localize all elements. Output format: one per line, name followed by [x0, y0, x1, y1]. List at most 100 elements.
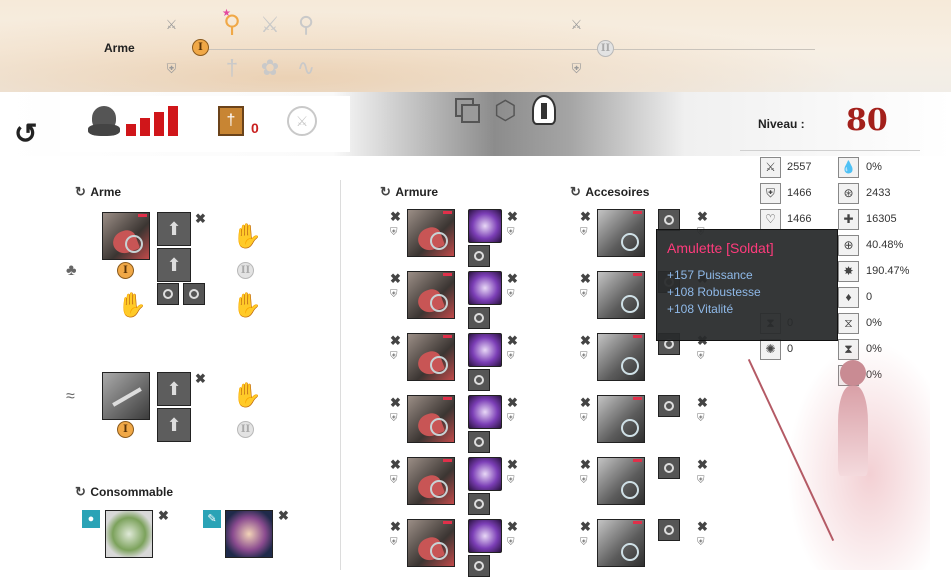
transmute-icon[interactable]: ⛨: [580, 351, 588, 362]
set-1-badge[interactable]: I: [192, 39, 209, 56]
helmet-view-icon[interactable]: [532, 95, 556, 125]
infusion-slot[interactable]: [468, 245, 490, 267]
upgrade-slot[interactable]: ⬆: [157, 408, 191, 442]
rune-slot[interactable]: [468, 395, 502, 429]
close-icon[interactable]: ✖: [580, 395, 591, 411]
hexagon-view-icon[interactable]: ⬡: [494, 97, 517, 123]
transmute-icon[interactable]: ⛨: [507, 351, 515, 362]
upgrade-slot[interactable]: ⬆: [157, 248, 191, 282]
infusion-slot[interactable]: [183, 283, 205, 305]
transmute-icon[interactable]: ⛨: [390, 351, 398, 362]
dagger-icon[interactable]: ⚔: [257, 12, 283, 38]
rune-slot[interactable]: [468, 457, 502, 491]
close-icon[interactable]: ✖: [580, 457, 591, 473]
rune-slot[interactable]: [468, 271, 502, 305]
sigil-icon[interactable]: ⚔: [568, 16, 585, 33]
infusion-slot[interactable]: [658, 519, 680, 541]
transmute-icon[interactable]: ⛨: [507, 475, 515, 486]
weapon-slot-main[interactable]: [102, 212, 150, 260]
rune-slot[interactable]: [468, 333, 502, 367]
close-icon[interactable]: ✖: [580, 333, 591, 349]
armor-slot[interactable]: [407, 333, 455, 381]
close-icon[interactable]: ✖: [390, 457, 401, 473]
horn-icon[interactable]: ∿: [293, 55, 319, 81]
transmute-icon[interactable]: ⛨: [580, 537, 588, 548]
transmute-icon[interactable]: ⛨: [390, 475, 398, 486]
infusion-slot[interactable]: [468, 307, 490, 329]
infusion-slot[interactable]: [658, 395, 680, 417]
empty-hand-icon[interactable]: ✋: [232, 291, 262, 320]
infusion-slot[interactable]: [468, 431, 490, 453]
accessory-slot[interactable]: [597, 457, 645, 505]
food-slot[interactable]: [105, 510, 153, 558]
infusion-slot[interactable]: [658, 209, 680, 231]
transmute-icon[interactable]: ⛨: [507, 413, 515, 424]
close-icon[interactable]: ✖: [507, 333, 518, 349]
transmute-icon[interactable]: ⛨: [507, 227, 515, 238]
armor-slot[interactable]: [407, 457, 455, 505]
transmute-icon[interactable]: ⛨: [697, 475, 705, 486]
sigil-icon[interactable]: ⛨: [163, 60, 180, 77]
transmute-icon[interactable]: ⛨: [390, 289, 398, 300]
infusion-slot[interactable]: [468, 493, 490, 515]
close-icon[interactable]: ✖: [390, 271, 401, 287]
empty-hand-icon[interactable]: ✋: [232, 381, 262, 410]
close-icon[interactable]: ✖: [278, 508, 289, 524]
reset-icon[interactable]: ↻: [570, 184, 581, 199]
infusion-slot[interactable]: [658, 457, 680, 479]
close-icon[interactable]: ✖: [507, 457, 518, 473]
utility-slot[interactable]: [225, 510, 273, 558]
close-icon[interactable]: ✖: [195, 211, 206, 227]
sigil-icon[interactable]: ⚔: [163, 16, 180, 33]
infusion-slot[interactable]: [468, 369, 490, 391]
focus-icon[interactable]: ⚲: [293, 12, 319, 38]
empty-hand-icon[interactable]: ✋: [117, 291, 147, 320]
reset-icon[interactable]: ↻: [380, 184, 391, 199]
transmute-icon[interactable]: ⛨: [697, 351, 705, 362]
accessory-slot[interactable]: [597, 209, 645, 257]
stack-view-icon[interactable]: [455, 98, 480, 123]
transmute-icon[interactable]: ⛨: [580, 413, 588, 424]
close-icon[interactable]: ✖: [195, 371, 206, 387]
close-icon[interactable]: ✖: [507, 519, 518, 535]
close-icon[interactable]: ✖: [580, 519, 591, 535]
transmute-icon[interactable]: ⛨: [507, 537, 515, 548]
armor-slot[interactable]: [407, 209, 455, 257]
armor-slot[interactable]: [407, 519, 455, 567]
close-icon[interactable]: ✖: [507, 271, 518, 287]
close-icon[interactable]: ✖: [390, 519, 401, 535]
close-icon[interactable]: ✖: [580, 271, 591, 287]
accessory-slot[interactable]: [597, 395, 645, 443]
transmute-icon[interactable]: ⛨: [580, 227, 588, 238]
close-icon[interactable]: ✖: [697, 457, 708, 473]
rune-slot[interactable]: [468, 209, 502, 243]
close-icon[interactable]: ✖: [697, 209, 708, 225]
close-icon[interactable]: ✖: [390, 209, 401, 225]
transmute-icon[interactable]: ⛨: [390, 537, 398, 548]
armor-slot[interactable]: [407, 271, 455, 319]
sigil-icon[interactable]: ⛨: [568, 60, 585, 77]
transmute-icon[interactable]: ⛨: [507, 289, 515, 300]
rune-slot[interactable]: [468, 519, 502, 553]
close-icon[interactable]: ✖: [390, 395, 401, 411]
reset-icon[interactable]: ↻: [75, 484, 86, 499]
close-icon[interactable]: ✖: [580, 209, 591, 225]
set-2-badge[interactable]: II: [597, 40, 614, 57]
upgrade-slot[interactable]: ⬆: [157, 212, 191, 246]
infusion-slot[interactable]: [157, 283, 179, 305]
dagger-icon[interactable]: †: [219, 55, 245, 81]
transmute-icon[interactable]: ⛨: [697, 537, 705, 548]
accessory-slot[interactable]: [597, 519, 645, 567]
transmute-icon[interactable]: ⛨: [580, 289, 588, 300]
upgrade-slot[interactable]: ⬆: [157, 372, 191, 406]
reset-icon[interactable]: ↻: [75, 184, 86, 199]
transmute-icon[interactable]: ⛨: [697, 413, 705, 424]
close-icon[interactable]: ✖: [390, 333, 401, 349]
transmute-icon[interactable]: ⛨: [580, 475, 588, 486]
armor-slot[interactable]: [407, 395, 455, 443]
fan-icon[interactable]: ✿: [257, 55, 283, 81]
aquatic-weapon-slot[interactable]: [102, 372, 150, 420]
close-icon[interactable]: ✖: [158, 508, 169, 524]
undo-icon[interactable]: ↺: [14, 120, 37, 148]
close-icon[interactable]: ✖: [697, 395, 708, 411]
